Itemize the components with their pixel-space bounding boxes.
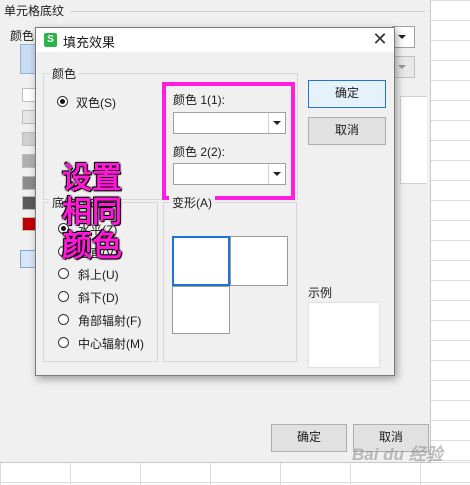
- shading-radio-from-corner[interactable]: [58, 314, 69, 325]
- dialog-title: 填充效果: [63, 35, 116, 50]
- bg-color-label: 颜色: [10, 29, 35, 43]
- two-colors-radio[interactable]: [57, 96, 68, 107]
- variant-tile-selected[interactable]: [172, 236, 230, 286]
- shading-label-diagonal-up: 斜上(U): [78, 268, 119, 282]
- annotation-line-1: 设置: [62, 162, 122, 195]
- shading-radio-diagonal-down[interactable]: [58, 291, 69, 302]
- shading-radio-from-center[interactable]: [58, 337, 69, 348]
- shading-label-diagonal-down: 斜下(D): [78, 291, 119, 305]
- sample-label: 示例: [308, 286, 333, 300]
- chevron-down-icon: [398, 35, 406, 39]
- section-divider: [70, 11, 425, 12]
- bg-pattern-dropdown[interactable]: [392, 56, 415, 78]
- annotation-overlay: 设置 相同 颜色: [62, 162, 124, 264]
- shading-radio-diagonal-up[interactable]: [58, 268, 69, 279]
- dialog-ok-button[interactable]: 确定: [308, 80, 386, 108]
- highlight-box: [162, 82, 295, 200]
- colors-group-label: 颜色: [49, 65, 80, 82]
- bg-ok-button[interactable]: 确定: [271, 424, 347, 452]
- two-colors-label: 双色(S): [76, 96, 116, 110]
- sample-preview: [308, 302, 380, 368]
- bg-sample-box: [400, 96, 427, 184]
- chevron-down-icon: [398, 65, 406, 69]
- variant-tile[interactable]: [230, 236, 288, 286]
- shading-label-from-center: 中心辐射(M): [78, 337, 144, 351]
- shading-label-from-corner: 角部辐射(F): [78, 314, 142, 328]
- annotation-line-3: 颜色: [62, 230, 122, 263]
- dialog-cancel-button[interactable]: 取消: [308, 117, 386, 145]
- worksheet-grid-bottom: [0, 462, 470, 485]
- cell-shading-title: 单元格底纹: [4, 4, 65, 18]
- dialog-titlebar: S 填充效果 ✕: [36, 28, 394, 52]
- variants-label: 变形(A): [169, 194, 215, 211]
- worksheet-grid-right: [430, 0, 470, 462]
- variant-tile[interactable]: [172, 286, 230, 334]
- app-logo-icon: S: [44, 33, 57, 47]
- bg-color-dropdown[interactable]: [392, 26, 415, 48]
- annotation-line-2: 相同: [62, 196, 122, 229]
- close-icon[interactable]: ✕: [370, 29, 390, 49]
- watermark-logo: Bai du 经验: [352, 445, 443, 464]
